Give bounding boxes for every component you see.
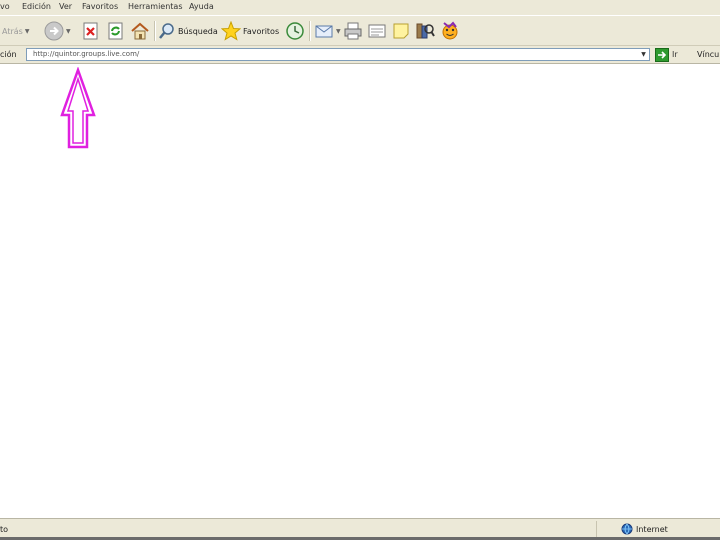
back-label: Atrás (2, 26, 23, 36)
messenger-button[interactable] (440, 20, 460, 42)
history-button[interactable] (285, 20, 305, 42)
search-icon (159, 23, 174, 39)
annotation-arrow-icon (60, 67, 96, 149)
search-button[interactable]: Búsqueda (158, 20, 218, 42)
search-label: Búsqueda (178, 26, 218, 36)
mail-button[interactable]: ▼ (314, 20, 341, 42)
forward-icon (44, 21, 64, 41)
stop-button[interactable] (83, 20, 99, 42)
star-icon (221, 21, 241, 41)
favorites-button[interactable]: Favoritos (221, 20, 279, 42)
menu-favorites[interactable]: Favoritos (82, 2, 118, 11)
stop-icon (83, 22, 98, 40)
menu-view[interactable]: Ver (59, 2, 72, 11)
menu-edit[interactable]: Edición (22, 2, 51, 11)
edit-page-icon (368, 24, 386, 38)
note-icon (393, 23, 409, 39)
forward-button[interactable]: ▼ (44, 20, 71, 42)
go-button[interactable]: Ir (655, 47, 678, 62)
refresh-button[interactable] (108, 20, 124, 42)
page-content (0, 65, 720, 518)
mail-icon (315, 25, 333, 38)
address-dropdown-icon[interactable]: ▼ (638, 49, 649, 60)
research-icon (416, 23, 435, 39)
go-arrow-icon (655, 47, 669, 62)
toolbar-separator (309, 21, 311, 41)
menu-file[interactable]: vo (0, 2, 10, 11)
address-label: ción (0, 50, 17, 59)
go-label: Ir (672, 50, 678, 59)
address-bar: ción http://quintor.groups.live.com/ ▼ I… (0, 46, 720, 64)
back-button[interactable]: Atrás ▼ (0, 20, 29, 42)
forward-dropdown-icon[interactable]: ▼ (66, 28, 71, 35)
address-input[interactable]: http://quintor.groups.live.com/ ▼ (26, 48, 650, 61)
links-label[interactable]: Vínculo (697, 50, 720, 59)
mail-dropdown-icon[interactable]: ▼ (336, 28, 341, 35)
messenger-icon (442, 21, 458, 40)
favorites-label: Favoritos (243, 26, 280, 36)
printer-icon (344, 22, 362, 40)
menu-bar: vo Edición Ver Favoritos Herramientas Ay… (0, 0, 720, 15)
home-icon (131, 22, 149, 40)
home-button[interactable] (130, 20, 150, 42)
back-dropdown-icon[interactable]: ▼ (25, 28, 30, 35)
status-text: to (0, 525, 9, 534)
standard-toolbar: Atrás ▼ ▼ Búsqueda Favoritos ▼ (0, 15, 720, 46)
edit-button[interactable] (367, 20, 387, 42)
menu-tools[interactable]: Herramientas (128, 2, 183, 11)
print-button[interactable] (343, 20, 363, 42)
zone-label: Internet (636, 524, 668, 534)
address-url: http://quintor.groups.live.com/ (33, 50, 140, 58)
discuss-button[interactable] (391, 20, 411, 42)
globe-icon (621, 523, 633, 535)
security-zone: Internet (596, 521, 720, 537)
research-button[interactable] (415, 20, 435, 42)
toolbar-separator (154, 21, 156, 41)
refresh-icon (108, 22, 123, 40)
menu-help[interactable]: Ayuda (189, 2, 214, 11)
history-icon (286, 22, 304, 40)
